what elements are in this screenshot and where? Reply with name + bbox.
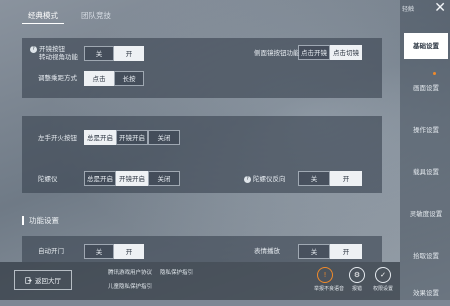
- function-settings-panel: 自动开门 关 开 表情播放 关 开: [22, 236, 382, 262]
- report-icon: !: [317, 267, 333, 283]
- feedback-icon: ⚙: [349, 267, 365, 283]
- gyroscope-selector: 总是开启 开镜开启 关闭: [84, 171, 180, 186]
- report-caption: 举报不良语音: [314, 286, 345, 292]
- report-voice-button[interactable]: ! 举报不良语音: [314, 267, 345, 292]
- side-scope-open[interactable]: 点击开镜: [298, 45, 330, 60]
- permission-button[interactable]: ✓ 权限设置: [372, 267, 394, 292]
- sidebar-item-sensitivity[interactable]: 灵敏度设置: [404, 201, 448, 227]
- child-privacy-link[interactable]: 儿童隐私保护指引: [108, 282, 152, 290]
- side-scope-switch[interactable]: 点击切镜: [330, 45, 362, 60]
- permission-caption: 权限设置: [372, 286, 393, 292]
- emote-label: 表情播放: [254, 247, 280, 255]
- gyroscope-scope[interactable]: 开镜开启: [116, 171, 148, 186]
- fire-gyro-panel: 左手开火按钮 总是开启 开镜开启 关闭 陀螺仪 总是开启 开镜开启 关闭 ? 陀螺…: [22, 116, 382, 193]
- close-icon[interactable]: ✕: [434, 0, 446, 16]
- privacy-guide-link[interactable]: 隐私保护指引: [160, 268, 193, 276]
- notification-dot: [433, 72, 436, 75]
- back-to-lobby-button[interactable]: 返回大厅: [14, 270, 72, 290]
- sidebar-item-controls[interactable]: 操作设置: [404, 117, 448, 143]
- gyroscope-label: 陀螺仪: [38, 175, 58, 183]
- sidebar-item-effects[interactable]: 效果设置: [404, 280, 448, 306]
- gyroscope-off[interactable]: 关闭: [148, 171, 180, 186]
- tab-classic[interactable]: 经典模式: [22, 8, 64, 24]
- range-adjust-tap[interactable]: 点击: [84, 71, 114, 86]
- feedback-button[interactable]: ⚙ 报错: [346, 267, 368, 292]
- gyroscope-always[interactable]: 总是开启: [84, 171, 116, 186]
- emote-toggle: 关 开: [298, 244, 362, 259]
- left-fire-label: 左手开火按钮: [38, 134, 77, 142]
- help-icon[interactable]: ?: [244, 175, 251, 183]
- left-fire-scope[interactable]: 开镜开启: [116, 130, 148, 145]
- auto-door-label: 自动开门: [38, 247, 64, 255]
- left-fire-always[interactable]: 总是开启: [84, 130, 116, 145]
- back-to-lobby-label: 返回大厅: [35, 277, 61, 285]
- permission-icon: ✓: [375, 267, 391, 283]
- range-adjust-label: 调整乘距方式: [38, 74, 77, 82]
- mode-tabs: 经典模式 团队竞技: [0, 0, 400, 28]
- feedback-caption: 报错: [351, 286, 362, 292]
- emote-on[interactable]: 开: [330, 244, 362, 259]
- gyro-reverse-off[interactable]: 关: [298, 171, 330, 186]
- gyro-reverse-label: ? 陀螺仪反向: [244, 175, 286, 183]
- sidebar-item-graphics[interactable]: 画面设置: [404, 75, 448, 101]
- side-scope-label: 侧面镜按钮功能: [254, 49, 300, 57]
- scope-turn-label: ? 开镜按钮 转动视角功能: [30, 45, 78, 61]
- section-title: 功能设置: [22, 216, 59, 225]
- tab-team-arena[interactable]: 团队竞技: [78, 8, 114, 23]
- auto-door-toggle: 关 开: [84, 244, 144, 259]
- bottom-bar: 返回大厅 腾讯游戏用户协议 隐私保护指引 儿童隐私保护指引 ! 举报不良语音 ⚙…: [0, 262, 400, 300]
- left-fire-off[interactable]: 关闭: [148, 130, 180, 145]
- help-icon[interactable]: ?: [30, 45, 37, 53]
- emote-off[interactable]: 关: [298, 244, 330, 259]
- scope-settings-panel: ? 开镜按钮 转动视角功能 关 开 侧面镜按钮功能 点击开镜 点击切镜 调整乘距方…: [22, 38, 382, 98]
- range-adjust-hold[interactable]: 长按: [114, 71, 144, 86]
- scope-turn-off[interactable]: 关: [84, 46, 114, 61]
- gyro-reverse-on[interactable]: 开: [330, 171, 362, 186]
- sidebar-item-pickup[interactable]: 拾取设置: [404, 243, 448, 269]
- sidebar-hint: 轻触: [402, 6, 415, 13]
- left-fire-selector: 总是开启 开镜开启 关闭: [84, 130, 180, 145]
- auto-door-off[interactable]: 关: [84, 244, 114, 259]
- range-adjust-toggle: 点击 长按: [84, 71, 144, 86]
- scope-turn-toggle: 关 开: [84, 46, 144, 61]
- auto-door-on[interactable]: 开: [114, 244, 144, 259]
- sidebar-header: 轻触 ✕: [400, 0, 450, 18]
- side-scope-toggle: 点击开镜 点击切镜: [298, 45, 362, 60]
- user-agreement-link[interactable]: 腾讯游戏用户协议: [108, 268, 152, 276]
- exit-icon: [25, 276, 32, 284]
- sidebar-item-basic[interactable]: 基础设置: [404, 33, 448, 59]
- scope-turn-on[interactable]: 开: [114, 46, 144, 61]
- sidebar-item-vehicle[interactable]: 载具设置: [404, 159, 448, 185]
- gyro-reverse-toggle: 关 开: [298, 171, 362, 186]
